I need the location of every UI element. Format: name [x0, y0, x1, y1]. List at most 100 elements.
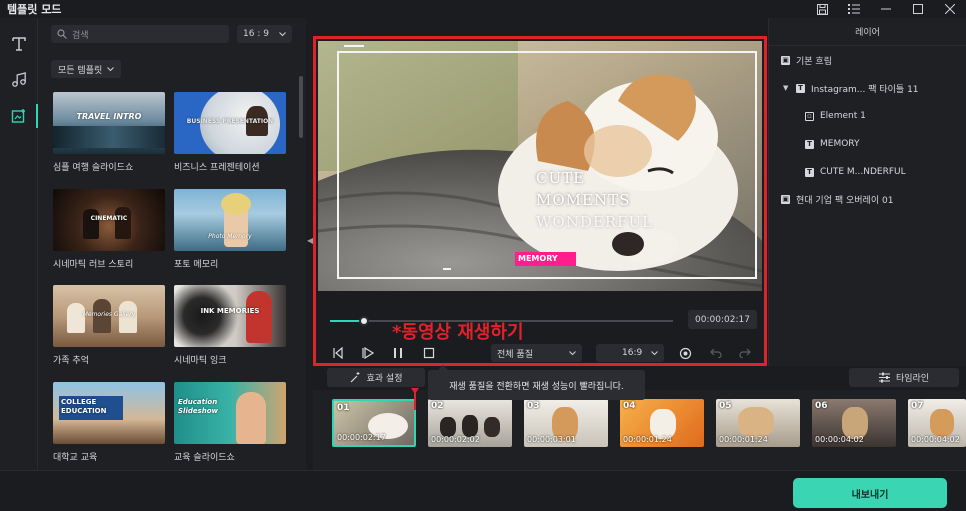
maximize-icon[interactable]	[902, 0, 934, 18]
snapshot-icon[interactable]	[677, 345, 693, 361]
template-card[interactable]: Photo Memory 포토 메모리	[174, 189, 286, 270]
clip-thumbnail[interactable]: 04 00:00:01:24	[620, 399, 704, 447]
search-icon	[57, 29, 67, 39]
text-layer-icon: T	[796, 83, 805, 93]
playback-quality-select[interactable]: 전체 품질	[491, 344, 582, 362]
thumb-title: TRAVEL INTRO	[76, 112, 142, 121]
wonderful-line: WONDERFUL	[536, 213, 654, 231]
layer-item[interactable]: ▣ 현대 기업 팩 오버레이 01	[781, 190, 893, 208]
template-thumbnail[interactable]: BUSINESS PRESENTATION	[174, 92, 286, 154]
text-tool-icon[interactable]	[0, 26, 38, 62]
template-filter-dropdown[interactable]: 모든 템플릿	[51, 60, 122, 78]
clip-thumbnail[interactable]: 05 00:00:01:24	[716, 399, 800, 447]
clip-thumbnail[interactable]: 03 00:00:03:01	[524, 399, 608, 447]
template-label: 비즈니스 프레젠테이션	[174, 163, 260, 173]
cute-moments-title[interactable]: CUTE MOMENTS WONDERFUL	[536, 167, 654, 233]
filter-label: 모든 템플릿	[58, 65, 103, 76]
clip-thumbnail[interactable]: 06 00:00:04:02	[812, 399, 896, 447]
clip-number: 06	[815, 401, 828, 411]
clip-duration: 00:00:01:24	[623, 435, 672, 444]
layer-item[interactable]: ▣ 기본 흐림	[781, 51, 832, 69]
text-layer-icon: T	[805, 139, 814, 149]
template-thumbnail[interactable]: TRAVEL INTRO	[53, 92, 165, 154]
layer-item[interactable]: ▫ Element 1	[805, 107, 866, 125]
layer-label: 기본 흐림	[796, 56, 832, 67]
clip-number: 02	[431, 401, 444, 411]
thumb-title: Photo Memory	[208, 233, 252, 240]
template-thumbnail[interactable]: COLLEGE EDUCATION	[53, 382, 165, 444]
template-card[interactable]: INK MEMORIES 시네마틱 잉크	[174, 285, 286, 366]
layer-label: 현대 기업 팩 오버레이 01	[796, 195, 894, 206]
playhead[interactable]	[414, 390, 416, 410]
magic-wand-icon	[350, 372, 359, 383]
minimize-icon[interactable]	[870, 0, 902, 18]
chevron-down-icon	[651, 350, 658, 355]
template-card[interactable]: Memories Gallery 가족 추억	[53, 285, 165, 366]
aspect-ratio-select[interactable]: 16:9	[596, 344, 664, 362]
clip-duration: 00:00:01:24	[719, 435, 768, 444]
clip-thumbnail[interactable]: 07 00:00:04:02	[908, 399, 966, 447]
chevron-down-icon	[279, 31, 286, 36]
layer-item[interactable]: T MEMORY	[805, 135, 859, 153]
effects-label: 효과 설정	[366, 374, 403, 384]
preview-panel: CUTE MOMENTS WONDERFUL MEMORY 00:00:02:1…	[313, 36, 767, 366]
template-card[interactable]: Education Slideshow 교육 슬라이드쇼	[174, 382, 286, 463]
template-label: 교육 슬라이드쇼	[174, 453, 235, 463]
template-card[interactable]: COLLEGE EDUCATION 대학교 교육	[53, 382, 165, 463]
layer-label: Instagram... 팩 타이틀 11	[811, 84, 919, 95]
ratio-select[interactable]: 16 : 9	[237, 25, 292, 43]
seek-handle[interactable]	[359, 316, 370, 326]
template-thumbnail[interactable]: INK MEMORIES	[174, 285, 286, 347]
title-frame[interactable]	[337, 51, 757, 279]
template-card[interactable]: TRAVEL INTRO 심플 여행 슬라이드쇼	[53, 92, 165, 173]
chevron-down-icon	[569, 350, 576, 355]
layer-item[interactable]: ▼ T Instagram... 팩 타이틀 11	[783, 79, 919, 97]
layers-panel: 레이어 ▣ 기본 흐림 ▼ T Instagram... 팩 타이틀 11 ▫ …	[768, 18, 966, 366]
layers-header: 레이어	[769, 18, 966, 46]
stop-icon[interactable]	[421, 345, 437, 361]
clip-strip: 01 00:00:02:17 02 00:00:02:02 03 00:00:0…	[313, 390, 966, 470]
prev-frame-icon[interactable]	[330, 345, 346, 361]
template-card[interactable]: BUSINESS PRESENTATION 비즈니스 프레젠테이션	[174, 92, 286, 173]
audio-tool-icon[interactable]	[0, 62, 38, 98]
timecode: 00:00:02:17	[688, 310, 757, 329]
clip-thumbnail[interactable]: 02 00:00:02:02	[428, 399, 512, 447]
image-layer-icon: ▣	[781, 194, 790, 204]
chevron-down-icon	[107, 66, 115, 71]
template-label: 포토 메모리	[174, 260, 219, 270]
clip-thumbnail[interactable]: 01 00:00:02:17	[332, 399, 416, 447]
undo-icon[interactable]	[708, 345, 724, 361]
play-icon[interactable]	[360, 345, 376, 361]
quality-value: 전체 품질	[497, 349, 533, 360]
template-scrollbar[interactable]	[299, 76, 303, 138]
thumb-title: COLLEGE EDUCATION	[61, 398, 107, 415]
template-card[interactable]: CINEMATIC 시네마틱 러브 스토리	[53, 189, 165, 270]
menu-list-icon[interactable]	[838, 0, 870, 18]
close-icon[interactable]	[934, 0, 966, 18]
timeline-button[interactable]: 타임라인	[849, 368, 959, 387]
frame-marker	[443, 268, 451, 270]
moments-line: MOMENTS	[536, 191, 631, 209]
template-thumbnail[interactable]: Memories Gallery	[53, 285, 165, 347]
search-placeholder: 검색	[72, 30, 89, 41]
element-layer-icon: ▫	[805, 111, 814, 121]
pause-icon[interactable]	[390, 345, 406, 361]
redo-icon[interactable]	[737, 345, 753, 361]
template-thumbnail[interactable]: CINEMATIC	[53, 189, 165, 251]
ratio-value: 16 : 9	[243, 29, 269, 39]
memory-tag[interactable]: MEMORY	[515, 252, 576, 266]
clip-number: 03	[527, 401, 540, 411]
template-thumbnail[interactable]: Photo Memory	[174, 189, 286, 251]
clip-duration: 00:00:02:17	[337, 433, 386, 442]
search-input[interactable]: 검색	[51, 25, 229, 43]
clip-number: 05	[719, 401, 732, 411]
expand-arrow-icon[interactable]: ▼	[783, 84, 791, 92]
template-thumbnail[interactable]: Education Slideshow	[174, 382, 286, 444]
video-preview[interactable]: CUTE MOMENTS WONDERFUL MEMORY	[318, 41, 762, 291]
export-button[interactable]: 내보내기	[793, 478, 947, 508]
clip-number: 07	[911, 401, 924, 411]
template-tool-icon[interactable]	[0, 98, 38, 134]
save-icon[interactable]	[806, 0, 838, 18]
effects-settings-button[interactable]: 효과 설정	[327, 368, 425, 387]
layer-item[interactable]: T CUTE M...NDERFUL	[805, 163, 906, 181]
